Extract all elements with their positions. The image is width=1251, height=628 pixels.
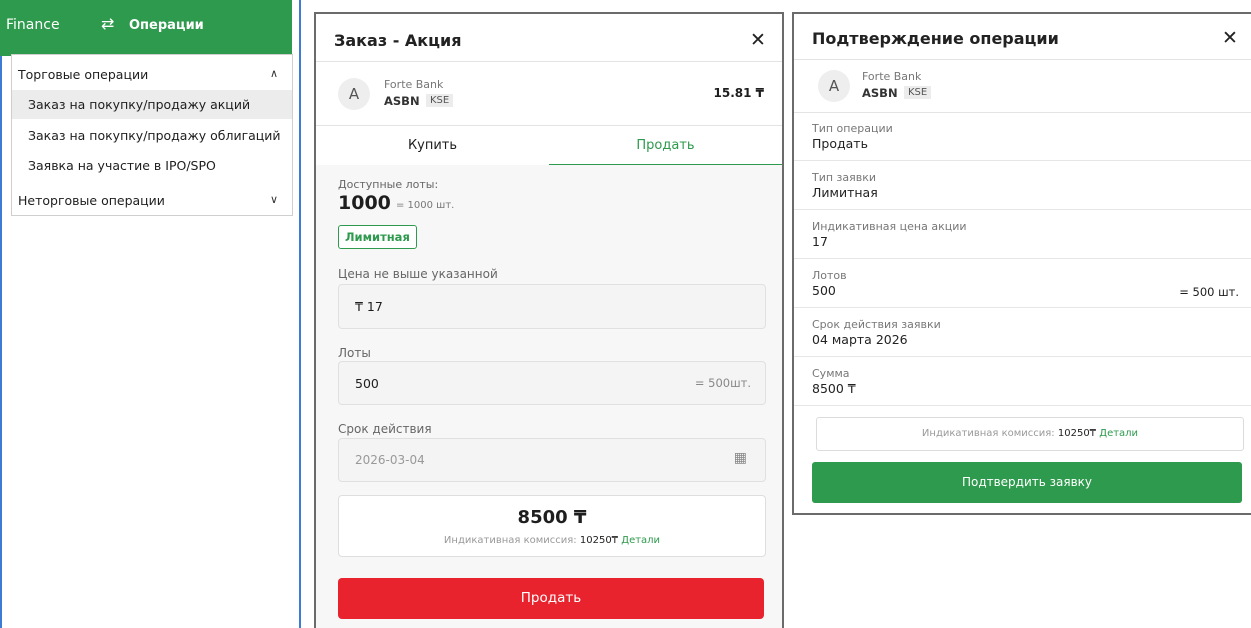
bank-name: Forte Bank (384, 78, 444, 91)
order-modal: Заказ - Акция ✕ A Forte Bank ASBN KSE 15… (314, 12, 784, 628)
field-label: Лотов (812, 269, 847, 282)
price-label: Цена не выше указанной (338, 267, 498, 281)
instrument-header: A Forte Bank ASBN KSE 15.81 ₸ (316, 61, 782, 126)
lots-input[interactable]: 500 = 500шт. (338, 361, 766, 405)
menu-item-bonds-label: Заказ на покупку/продажу облигаций (28, 128, 281, 143)
commission-label: Индикативная комиссия: (921, 428, 1055, 439)
total-box: 8500 ₸ Индикативная комиссия: 10250₸ Дет… (338, 495, 766, 557)
ticker: ASBN (862, 86, 898, 100)
details-link[interactable]: Детали (1099, 428, 1138, 439)
ticker: ASBN (384, 94, 420, 108)
field-lots: Лотов 500 = 500 шт. (794, 258, 1251, 308)
field-term: Срок действия заявки 04 марта 2026 (794, 307, 1251, 357)
field-value: 17 (812, 234, 828, 249)
commission-line: Индикативная комиссия: 10250₸ Детали (339, 535, 765, 546)
order-modal-title: Заказ - Акция (334, 31, 462, 50)
available-lots-eq: = 1000 шт. (396, 200, 455, 211)
commission-label: Индикативная комиссия: (443, 535, 577, 546)
tab-buy[interactable]: Купить (316, 126, 549, 166)
term-date-input[interactable]: 2026-03-04 ▦ (338, 438, 766, 482)
confirm-modal-title: Подтверждение операции (812, 29, 1059, 48)
menu-item-bonds[interactable]: Заказ на покупку/продажу облигаций (12, 121, 292, 150)
menu-item-stocks-label: Заказ на покупку/продажу акций (28, 97, 251, 112)
chevron-up-icon: ∧ (269, 67, 278, 80)
menu-item-ipo[interactable]: Заявка на участие в IPO/SPO (12, 151, 292, 180)
group-nontrading[interactable]: Неторговые операции ∨ (12, 193, 292, 213)
price-input[interactable]: ₸ 17 (338, 284, 766, 329)
brand-title: Finance (6, 17, 60, 33)
available-lots-label: Доступные лоты: (338, 178, 439, 191)
chevron-down-icon: ∨ (269, 193, 278, 206)
lots-input-value: 500 (355, 376, 379, 391)
calendar-icon[interactable]: ▦ (734, 450, 747, 466)
avatar: A (338, 78, 370, 110)
commission-value: 10250₸ (579, 535, 619, 546)
commission-box: Индикативная комиссия: 10250₸ Детали (816, 417, 1244, 451)
swap-arrows-icon: ⇄ (101, 14, 115, 33)
field-extra: = 500 шт. (1179, 285, 1239, 299)
field-label: Тип операции (812, 122, 893, 135)
term-date-value: 2026-03-04 (355, 453, 425, 467)
exchange-badge: KSE (426, 94, 454, 107)
field-label: Индикативная цена акции (812, 220, 967, 233)
current-price: 15.81 ₸ (713, 86, 764, 100)
price-input-value: ₸ 17 (355, 299, 383, 314)
commission-value: 10250₸ (1057, 428, 1097, 439)
term-label: Срок действия (338, 422, 432, 436)
instrument-header: A Forte Bank ASBN KSE (794, 59, 1251, 113)
field-label: Срок действия заявки (812, 318, 941, 331)
field-value: 500 (812, 283, 836, 298)
menu-item-ipo-label: Заявка на участие в IPO/SPO (28, 158, 216, 173)
confirm-order-button[interactable]: Подтвердить заявку (812, 462, 1242, 503)
lots-input-eq: = 500шт. (694, 376, 751, 390)
order-type-badge[interactable]: Лимитная (338, 225, 417, 249)
group-nontrading-label: Неторговые операции (18, 193, 165, 208)
field-label: Сумма (812, 367, 850, 380)
section-title[interactable]: Операции (129, 18, 204, 33)
tab-sell[interactable]: Продать (549, 126, 782, 166)
confirm-modal: Подтверждение операции ✕ A Forte Bank AS… (792, 12, 1251, 515)
field-label: Тип заявки (812, 171, 877, 184)
order-form: Доступные лоты: 1000 = 1000 шт. Лимитная… (316, 165, 782, 628)
exchange-badge: KSE (904, 86, 932, 99)
menu-item-stocks[interactable]: Заказ на покупку/продажу акций (12, 90, 292, 119)
field-order-type: Тип заявки Лимитная (794, 160, 1251, 210)
field-value: 8500 ₸ (812, 381, 856, 396)
field-indicative-price: Индикативная цена акции 17 (794, 209, 1251, 259)
operations-menu: Торговые операции ∧ Заказ на покупку/про… (11, 54, 293, 216)
group-trading[interactable]: Торговые операции ∧ (12, 67, 292, 87)
close-icon[interactable]: ✕ (750, 29, 766, 51)
avatar: A (818, 70, 850, 102)
available-lots-value: 1000 (338, 192, 391, 214)
lots-label: Лоты (338, 346, 371, 360)
details-link[interactable]: Детали (621, 535, 660, 546)
sell-button[interactable]: Продать (338, 578, 764, 619)
group-trading-label: Торговые операции (18, 67, 149, 82)
close-icon[interactable]: ✕ (1222, 27, 1238, 49)
nav-header: Finance ⇄ Операции (0, 0, 292, 56)
field-sum: Сумма 8500 ₸ (794, 356, 1251, 406)
field-value: Лимитная (812, 185, 878, 200)
bank-name: Forte Bank (862, 70, 922, 83)
field-operation-type: Тип операции Продать (794, 111, 1251, 161)
field-value: Продать (812, 136, 868, 151)
total-amount: 8500 ₸ (517, 507, 587, 528)
field-value: 04 марта 2026 (812, 332, 908, 347)
